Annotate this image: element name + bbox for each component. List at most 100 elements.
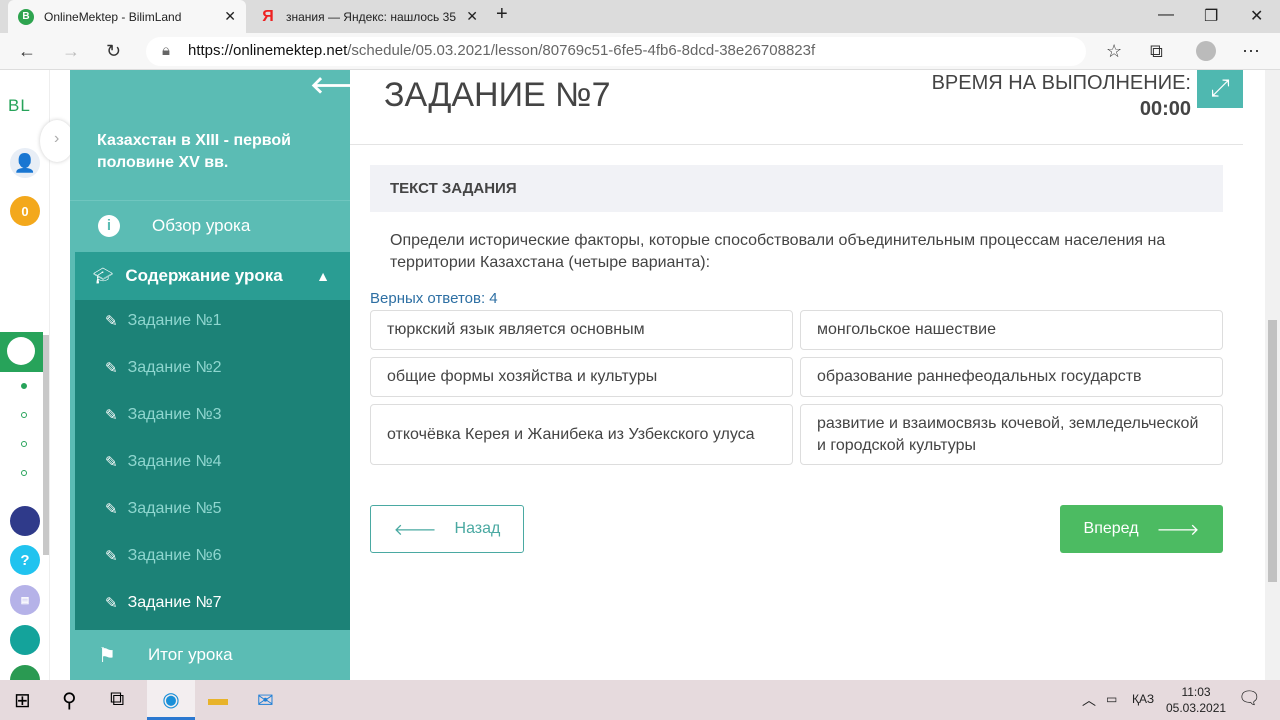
- reload-icon[interactable]: ↻: [106, 41, 121, 62]
- clock-time: 11:03: [1181, 685, 1211, 699]
- tab-yandex[interactable]: Язнания — Яндекс: нашлось 35 ✕: [250, 0, 488, 33]
- edit-icon: ✎: [105, 454, 118, 471]
- back-button[interactable]: 🡐 Назад: [370, 505, 524, 553]
- sidebar-task-3[interactable]: ✎ Задание №3: [105, 406, 222, 424]
- scrollbar-thumb[interactable]: [1268, 320, 1277, 582]
- back-icon[interactable]: ←: [18, 41, 36, 62]
- url-path: /schedule/05.03.2021/lesson/80769c51-6fe…: [347, 42, 816, 59]
- sidebar-task-4[interactable]: ✎ Задание №4: [105, 453, 222, 471]
- yandex-icon: Я: [262, 7, 274, 25]
- language-indicator[interactable]: ҚАЗ: [1132, 692, 1154, 706]
- expand-chevron-icon[interactable]: ›: [40, 120, 74, 162]
- mail-icon[interactable]: ✉: [257, 688, 274, 713]
- notifications-icon[interactable]: 🗨︎: [1238, 688, 1261, 709]
- step-dot[interactable]: [21, 412, 27, 418]
- back-label: Назад: [454, 520, 501, 537]
- correct-answers-count: Верных ответов: 4: [370, 290, 498, 307]
- lesson-title: Казахстан в XIII - первой половине XV вв…: [97, 132, 292, 171]
- minimize-button[interactable]: —: [1158, 6, 1174, 24]
- bl-logo: BL: [8, 96, 31, 115]
- sidebar-item-label: Обзор урока: [152, 215, 251, 235]
- task-content: ЗАДАНИЕ №7 ВРЕМЯ НА ВЫПОЛНЕНИЕ: 00:00 ⤢ Т…: [350, 70, 1243, 680]
- search-icon[interactable]: ⚲: [62, 688, 77, 713]
- browser-tab-bar: B OnlineMektep - BilimLand ✕ Язнания — Янд…: [0, 0, 1280, 33]
- clock-date: 05.03.2021: [1166, 701, 1227, 715]
- onlinemektep-icon: [7, 337, 35, 365]
- collections-icon[interactable]: ⧉: [1150, 41, 1163, 62]
- onlinemektep-rail-item[interactable]: [0, 332, 43, 372]
- sidebar-task-1[interactable]: ✎ Задание №1: [105, 312, 222, 330]
- task-view-icon[interactable]: ⧉: [110, 688, 124, 711]
- answer-option[interactable]: тюркский язык является основным: [370, 310, 793, 350]
- step-dot[interactable]: [21, 383, 27, 389]
- answer-option[interactable]: откочёвка Керея и Жанибека из Узбекского…: [370, 404, 793, 465]
- sidebar-task-6[interactable]: ✎ Задание №6: [105, 547, 222, 565]
- profile-avatar[interactable]: [1196, 41, 1216, 61]
- divider: [350, 144, 1243, 145]
- step-dot[interactable]: [21, 441, 27, 447]
- edit-icon: ✎: [105, 595, 118, 612]
- news-icon[interactable]: ▤: [10, 585, 40, 615]
- url-host: https://onlinemektep.net: [188, 42, 348, 59]
- forward-icon[interactable]: →: [62, 41, 80, 62]
- task-label: Задание №3: [127, 406, 222, 423]
- help-icon[interactable]: ?: [10, 545, 40, 575]
- page-scrollbar[interactable]: [1265, 70, 1280, 680]
- restore-button[interactable]: ❐: [1204, 6, 1218, 26]
- timer-label: ВРЕМЯ НА ВЫПОЛНЕНИЕ:: [931, 72, 1191, 94]
- close-tab-icon[interactable]: ✕: [466, 8, 478, 25]
- next-button[interactable]: Вперед 🡒: [1060, 505, 1223, 553]
- menu-icon[interactable]: ⋯: [1242, 41, 1260, 62]
- task-label: Задание №4: [127, 453, 222, 470]
- timer: ВРЕМЯ НА ВЫПОЛНЕНИЕ: 00:00: [932, 70, 1191, 122]
- rail-scrollbar[interactable]: [43, 335, 49, 555]
- info-icon: i: [98, 214, 120, 237]
- sidebar-task-7[interactable]: ✎ Задание №7: [105, 594, 222, 612]
- tray-chevron-icon[interactable]: ︿: [1082, 690, 1096, 710]
- smart-nation-icon[interactable]: [10, 506, 40, 536]
- sidebar-item-result[interactable]: ⚑ Итог урока: [70, 630, 350, 680]
- fullscreen-icon[interactable]: ⤢: [1197, 70, 1243, 108]
- address-bar: ← → ↻ 🔒︎ https://onlinemektep.net/schedul…: [0, 33, 1280, 70]
- sidebar-item-label: Содержание урока: [125, 266, 283, 285]
- start-icon[interactable]: ⊞: [14, 688, 31, 713]
- edge-icon[interactable]: ◉: [147, 680, 195, 720]
- answer-option[interactable]: образование раннефеодальных государств: [800, 357, 1223, 397]
- task-label: Задание №1: [127, 312, 222, 329]
- next-label: Вперед: [1083, 520, 1139, 537]
- arrow-left-icon: 🡐: [393, 521, 437, 539]
- task-label: Задание №2: [127, 359, 222, 376]
- step-dot[interactable]: [21, 470, 27, 476]
- edit-icon: ✎: [105, 360, 118, 377]
- page-title: ЗАДАНИЕ №7: [384, 76, 611, 114]
- tab-onlinemektep[interactable]: B OnlineMektep - BilimLand ✕: [8, 0, 246, 33]
- file-explorer-icon[interactable]: ▬: [208, 688, 228, 711]
- task-text-header: ТЕКСТ ЗАДАНИЯ: [370, 165, 1223, 212]
- favorites-icon[interactable]: ☆: [1106, 41, 1122, 62]
- task-label: Задание №5: [127, 500, 222, 517]
- clock[interactable]: 11:03 05.03.2021: [1166, 684, 1226, 716]
- windows-taskbar: ⊞ ⚲ ⧉ ◉ ▬ ✉ ︿ ▭ ҚАЗ 11:03 05.03.2021 🗨︎: [0, 680, 1280, 720]
- flag-icon: ⚑: [98, 644, 116, 667]
- sidebar-task-2[interactable]: ✎ Задание №2: [105, 359, 222, 377]
- chevron-up-icon[interactable]: ▲: [316, 268, 330, 284]
- arrow-right-icon: 🡒: [1156, 521, 1200, 539]
- close-window-button[interactable]: ✕: [1250, 6, 1263, 26]
- user-avatar[interactable]: 👤: [10, 148, 40, 178]
- answer-option[interactable]: монгольское нашествие: [800, 310, 1223, 350]
- sidebar-item-content[interactable]: 🎓︎ Содержание урока ▲: [75, 252, 350, 300]
- sidebar-task-5[interactable]: ✎ Задание №5: [105, 500, 222, 518]
- question-text: Определи исторические факторы, которые с…: [390, 232, 1166, 271]
- battery-icon[interactable]: ▭: [1106, 692, 1117, 706]
- answer-option[interactable]: общие формы хозяйства и культуры: [370, 357, 793, 397]
- new-tab-button[interactable]: +: [496, 3, 508, 26]
- bilim-icon[interactable]: [10, 625, 40, 655]
- answer-option[interactable]: развитие и взаимосвязь кочевой, земледел…: [800, 404, 1223, 465]
- graduation-cap-icon: 🎓︎: [93, 268, 114, 285]
- sidebar-item-label: Итог урока: [147, 645, 233, 664]
- edit-icon: ✎: [105, 407, 118, 424]
- close-tab-icon[interactable]: ✕: [224, 8, 236, 25]
- sidebar-item-overview[interactable]: i Обзор урока: [70, 200, 350, 250]
- url-input[interactable]: 🔒︎ https://onlinemektep.net/schedule/05.0…: [146, 37, 1086, 66]
- tab-title: знания — Яндекс: нашлось 35: [286, 9, 456, 24]
